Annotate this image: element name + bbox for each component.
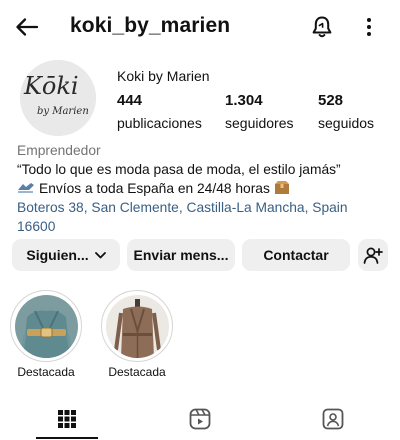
truck-icon: [18, 183, 34, 193]
back-arrow-icon[interactable]: [14, 14, 40, 40]
followers-label: seguidores: [225, 115, 294, 131]
contact-button-label: Contactar: [263, 247, 329, 263]
stat-following[interactable]: 528 seguidos: [318, 92, 374, 132]
posts-count: 444: [117, 92, 143, 109]
suggested-users-button[interactable]: [358, 239, 388, 271]
chevron-down-icon: [94, 251, 106, 258]
stat-posts[interactable]: 444 publicaciones: [117, 92, 202, 132]
profile-username: koki_by_marien: [70, 14, 231, 37]
koki-logo: Kōki by Marien: [20, 60, 96, 136]
bio-address-line-2: 16600: [17, 219, 56, 234]
bio-quote: “Todo lo que es moda pasa de moda, el es…: [17, 162, 341, 177]
svg-text:by Marien: by Marien: [37, 106, 89, 117]
reels-icon: [189, 408, 210, 429]
stat-followers[interactable]: 1.304 seguidores: [225, 92, 294, 132]
highlight-ring: [10, 290, 82, 362]
tab-tagged[interactable]: [266, 397, 399, 440]
profile-display-name: Koki by Marien: [117, 68, 210, 84]
highlight-item[interactable]: Destacada: [101, 290, 173, 379]
following-count: 528: [318, 92, 344, 109]
package-icon: [274, 181, 289, 194]
send-message-button-label: Enviar mens...: [133, 247, 229, 263]
highlight-label: Destacada: [17, 365, 75, 379]
following-label: seguidos: [318, 115, 375, 131]
bio-category: Emprendedor: [17, 143, 101, 158]
tab-reels[interactable]: [133, 397, 266, 440]
tab-posts-grid[interactable]: [0, 397, 133, 440]
highlight-item[interactable]: Destacada: [10, 290, 82, 379]
grid-icon: [57, 409, 76, 428]
bio-shipping-text: Envíos a toda España en 24/48 horas: [39, 181, 270, 196]
profile-avatar[interactable]: Kōki by Marien: [20, 60, 96, 136]
posts-label: publicaciones: [117, 115, 202, 131]
contact-button[interactable]: Contactar: [242, 239, 350, 271]
svg-text:Kōki: Kōki: [23, 72, 79, 100]
add-user-icon: [363, 247, 383, 264]
highlight-ring: [101, 290, 173, 362]
more-options-icon[interactable]: [360, 14, 378, 40]
highlight-thumbnail: [105, 294, 169, 358]
tagged-user-icon: [322, 408, 343, 429]
bell-icon[interactable]: [310, 14, 334, 40]
profile-bio: Emprendedor “Todo lo que es moda pasa de…: [17, 141, 389, 236]
bio-address-line-1: Boteros 38, San Clemente, Castilla-La Ma…: [17, 200, 348, 215]
followers-count: 1.304: [225, 92, 263, 109]
highlight-thumbnail: [14, 294, 78, 358]
following-button-label: Siguien...: [26, 247, 89, 263]
bio-shipping-line: Envíos a toda España en 24/48 horas: [17, 179, 389, 198]
send-message-button[interactable]: Enviar mens...: [127, 239, 235, 271]
top-bar: koki_by_marien: [0, 0, 400, 54]
profile-tab-bar: [0, 397, 400, 440]
following-button[interactable]: Siguien...: [12, 239, 120, 271]
highlight-label: Destacada: [108, 365, 166, 379]
bio-address-link[interactable]: Boteros 38, San Clemente, Castilla-La Ma…: [17, 198, 389, 236]
active-tab-indicator: [36, 437, 98, 439]
